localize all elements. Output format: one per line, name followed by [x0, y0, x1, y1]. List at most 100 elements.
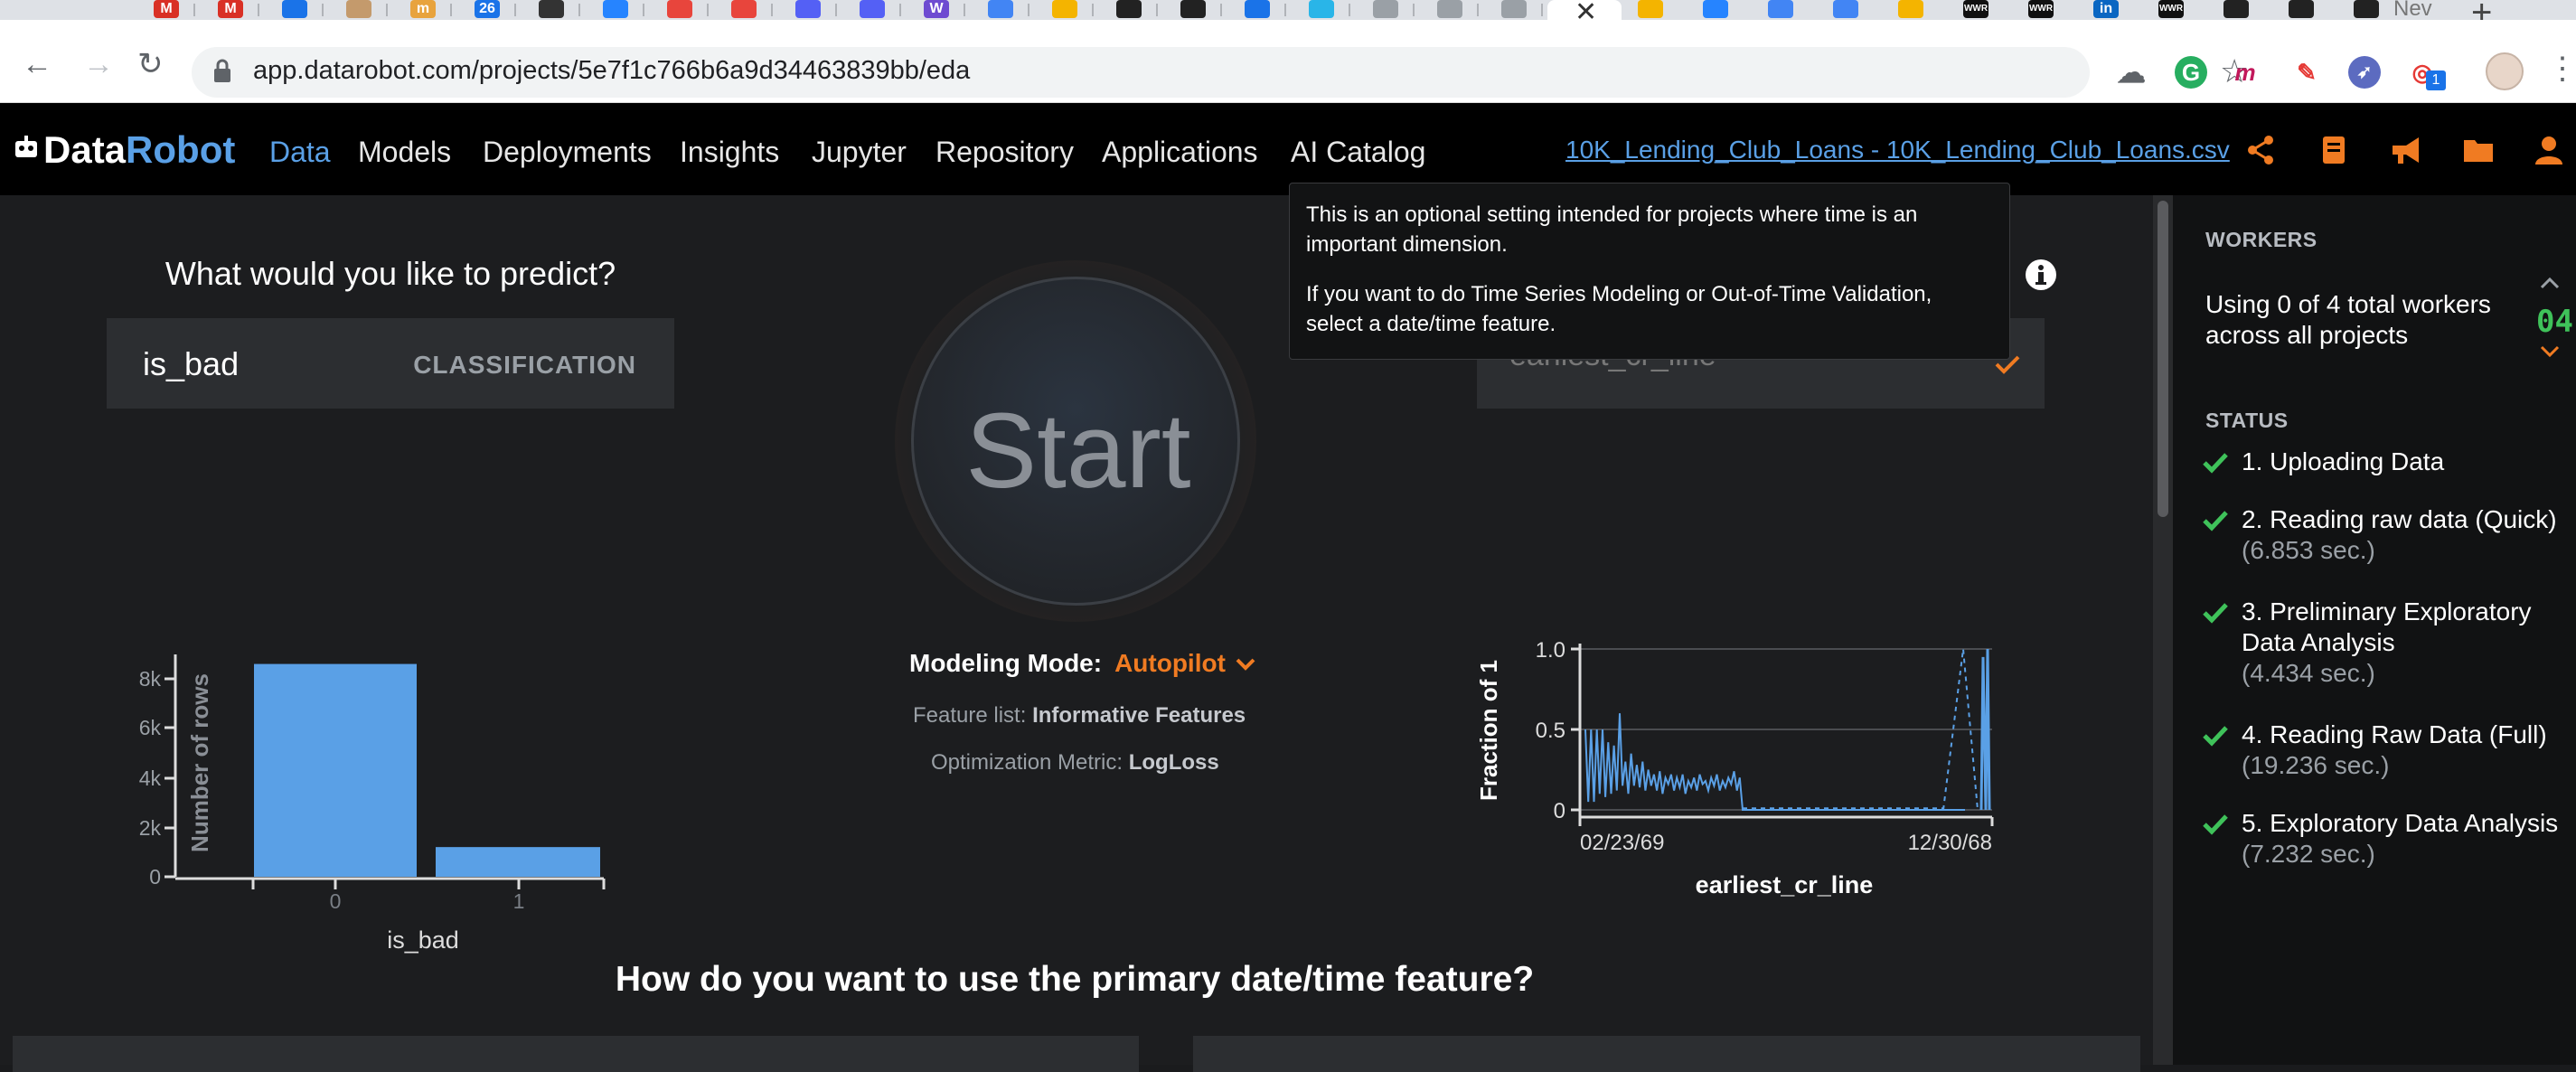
- nav-data[interactable]: Data: [269, 136, 331, 169]
- megaphone-icon[interactable]: [2388, 132, 2424, 168]
- tab-favicon-linkedin[interactable]: in: [2093, 0, 2119, 18]
- tab-favicon-stripes[interactable]: [1116, 0, 1142, 18]
- feature-list-row: Feature list: Informative Features: [913, 703, 1246, 729]
- histogram-plot: 0 2k 4k 6k 8k Number of rows 0 1 is_bad: [139, 654, 606, 954]
- notebook-icon[interactable]: [2316, 132, 2352, 168]
- dt-x-tick-label: 12/30/68: [1908, 831, 1992, 855]
- nav-insights[interactable]: Insights: [680, 136, 779, 169]
- hist-x-axis-label: is_bad: [387, 926, 459, 954]
- address-bar[interactable]: app.datarobot.com/projects/5e7f1c766b6a9…: [192, 47, 2249, 98]
- chevron-down-icon[interactable]: [1235, 657, 1256, 672]
- nav-ai-catalog[interactable]: AI Catalog: [1291, 136, 1425, 169]
- dt-series-line: [1584, 713, 1965, 811]
- optimization-metric-value[interactable]: LogLoss: [1129, 750, 1219, 775]
- hist-bar[interactable]: [254, 663, 417, 877]
- browser-menu-icon[interactable]: ⋮: [2547, 51, 2576, 87]
- tab-favicon-m-orange[interactable]: m: [410, 0, 436, 18]
- tab-favicon-docs[interactable]: [1833, 0, 1858, 18]
- nav-jupyter[interactable]: Jupyter: [812, 136, 907, 169]
- datetime-option-card-right[interactable]: [1193, 1036, 2140, 1072]
- tab-favicon-flame-red[interactable]: [667, 0, 692, 18]
- status-step-label: 4. Reading Raw Data (Full): [2242, 720, 2547, 748]
- predict-heading: What would you like to predict?: [165, 255, 616, 292]
- tab-favicon-calendar[interactable]: 26: [475, 0, 500, 18]
- status-step-time: (4.434 sec.): [2242, 659, 2375, 687]
- main-scrollbar-thumb[interactable]: [2158, 201, 2168, 517]
- feature-list-value[interactable]: Informative Features: [1032, 703, 1246, 728]
- tab-favicon-robot[interactable]: [1373, 0, 1398, 18]
- m-extension-icon[interactable]: m: [2229, 56, 2261, 89]
- tab-favicon-dark-circle[interactable]: [539, 0, 564, 18]
- profile-avatar[interactable]: [2486, 52, 2524, 90]
- start-button-face[interactable]: Start: [911, 277, 1240, 606]
- project-name-link[interactable]: 10K_Lending_Club_Loans - 10K_Lending_Clu…: [1565, 136, 2230, 165]
- dt-y-tick-label: 0.5: [1536, 719, 1565, 743]
- tab-favicon-gmail[interactable]: M: [218, 0, 243, 18]
- rocket-extension-icon[interactable]: ➶: [2348, 56, 2381, 89]
- tab-favicon-aws-blue[interactable]: [795, 0, 821, 18]
- pen-extension-icon[interactable]: ✎: [2290, 56, 2323, 89]
- start-button[interactable]: Start: [895, 260, 1256, 622]
- browser-tab-strip: ✕ Nev + M Mm 26 W WWR WWR in WWR: [0, 0, 2576, 33]
- tab-favicon-wwr[interactable]: WWR: [2028, 0, 2054, 18]
- folder-icon[interactable]: [2460, 132, 2496, 168]
- tab-favicon-slides[interactable]: [1052, 0, 1077, 18]
- tab-favicon-flame-red[interactable]: [731, 0, 757, 18]
- nav-deployments[interactable]: Deployments: [483, 136, 652, 169]
- nav-repository[interactable]: Repository: [935, 136, 1074, 169]
- back-button[interactable]: ←: [22, 49, 52, 80]
- tab-favicon-stripes[interactable]: [1180, 0, 1206, 18]
- hist-y-tick-label: 4k: [139, 766, 162, 790]
- dt-x-axis-label: earliest_cr_line: [1696, 871, 1874, 898]
- tab-favicon-aws-blue[interactable]: [860, 0, 885, 18]
- forward-button[interactable]: →: [83, 49, 114, 80]
- reload-button[interactable]: ↻: [137, 49, 164, 80]
- tab-favicon-robot[interactable]: [1437, 0, 1462, 18]
- modeling-mode-dropdown[interactable]: Autopilot: [1114, 649, 1226, 677]
- tab-favicon-robot[interactable]: [1501, 0, 1527, 18]
- nav-models[interactable]: Models: [358, 136, 451, 169]
- tab-separator: [193, 4, 195, 16]
- target-input[interactable]: is_bad CLASSIFICATION: [107, 318, 674, 409]
- tab-separator: [1028, 4, 1029, 16]
- tab-favicon-dark[interactable]: [2223, 0, 2249, 18]
- tab-separator: [578, 4, 580, 16]
- tab-favicon-w-purple[interactable]: W: [924, 0, 949, 18]
- chevron-up-icon[interactable]: [2540, 277, 2560, 289]
- tab-separator: [1349, 4, 1350, 16]
- tab-favicon-wwr[interactable]: WWR: [1963, 0, 1988, 18]
- hist-bar[interactable]: [436, 847, 600, 877]
- grammarly-icon[interactable]: G: [2175, 56, 2207, 89]
- tab-favicon-gmail[interactable]: M: [154, 0, 179, 18]
- tab-favicon-circle-blue[interactable]: [1245, 0, 1270, 18]
- tab-favicon-circle-blue[interactable]: [282, 0, 307, 18]
- nav-applications[interactable]: Applications: [1102, 136, 1258, 169]
- tab-favicon-docs[interactable]: [1768, 0, 1793, 18]
- user-icon[interactable]: [2531, 132, 2567, 168]
- chevron-down-icon[interactable]: [2540, 345, 2560, 358]
- hist-y-axis-label: Number of rows: [186, 673, 213, 852]
- tab-favicon-avatar[interactable]: [346, 0, 371, 18]
- tab-favicon-docs[interactable]: [988, 0, 1013, 18]
- feature-list-label: Feature list:: [913, 703, 1027, 728]
- tab-favicon-slides[interactable]: [1638, 0, 1663, 18]
- tab-favicon-github[interactable]: [2354, 0, 2379, 18]
- tab-favicon-github[interactable]: [2289, 0, 2314, 18]
- logo-text-data: Data: [43, 128, 127, 171]
- tab-favicon-jira[interactable]: [603, 0, 628, 18]
- tab-favicon-snowflake[interactable]: [1309, 0, 1334, 18]
- workers-text: Using 0 of 4 total workers across all pr…: [2205, 290, 2491, 349]
- status-title: STATUS: [2205, 409, 2289, 432]
- cloud-icon[interactable]: ☁: [2115, 56, 2148, 89]
- partial-tab-title[interactable]: Nev: [2393, 0, 2432, 22]
- info-icon[interactable]: [2025, 259, 2057, 291]
- hist-y-tick-label: 0: [149, 865, 161, 889]
- check-icon: [2203, 814, 2228, 835]
- share-icon[interactable]: [2243, 132, 2280, 168]
- active-tab[interactable]: ✕: [1547, 0, 1622, 27]
- datetime-option-card-left[interactable]: [13, 1036, 1139, 1072]
- tab-favicon-jira[interactable]: [1703, 0, 1728, 18]
- tab-favicon-slides[interactable]: [1898, 0, 1923, 18]
- optimization-metric-label: Optimization Metric:: [931, 750, 1123, 775]
- tab-favicon-wwr[interactable]: WWR: [2158, 0, 2184, 18]
